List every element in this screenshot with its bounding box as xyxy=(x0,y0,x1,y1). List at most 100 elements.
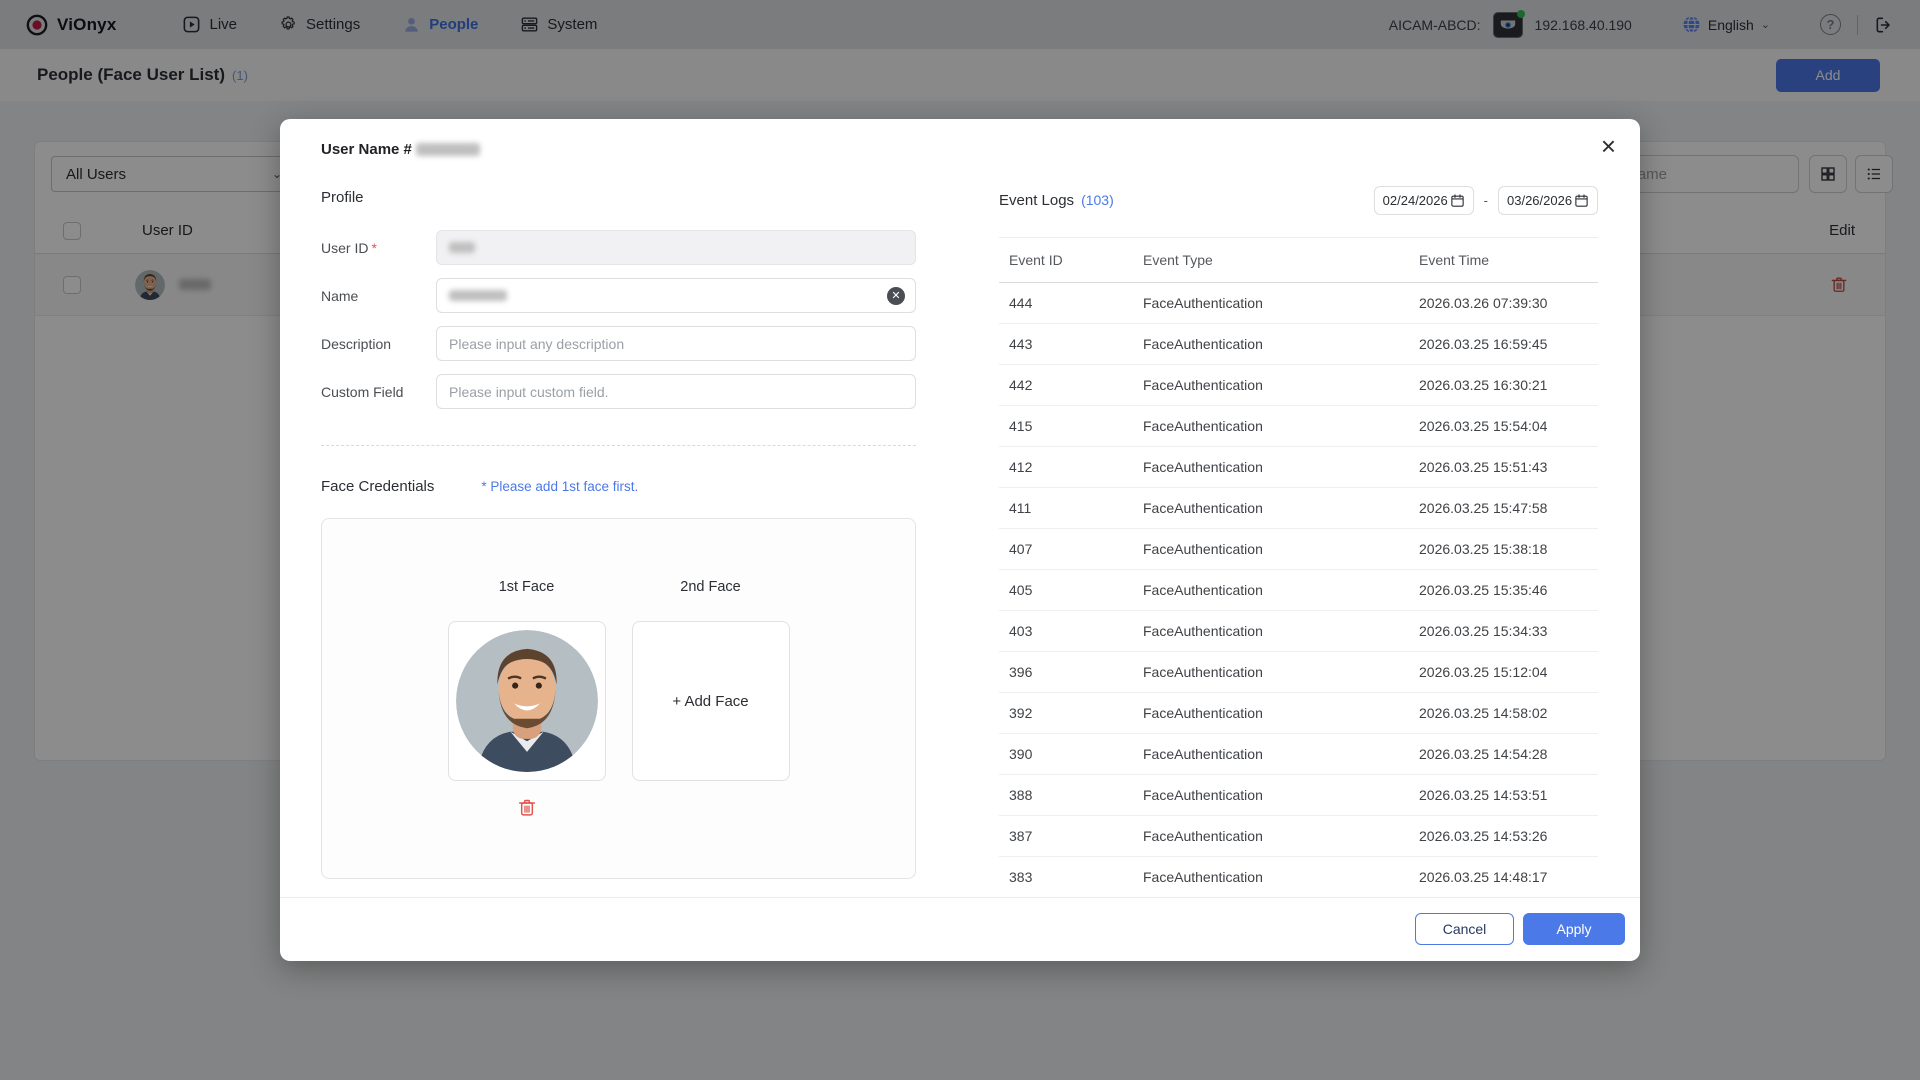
event-type-cell: FaceAuthentication xyxy=(1143,500,1419,516)
description-input[interactable] xyxy=(436,326,916,361)
event-table-row: 411 FaceAuthentication 2026.03.25 15:47:… xyxy=(999,488,1598,529)
event-logs-heading: Event Logs xyxy=(999,192,1074,209)
date-from-value: 02/24/2026 xyxy=(1383,193,1448,208)
event-logs-column: Event Logs (103) 02/24/2026 - 03/26/2026… xyxy=(999,179,1598,898)
event-time-cell: 2026.03.25 16:30:21 xyxy=(1419,377,1598,393)
date-to-input[interactable]: 03/26/2026 xyxy=(1498,186,1598,215)
event-logs-header: Event Logs (103) 02/24/2026 - 03/26/2026 xyxy=(999,185,1598,215)
first-face-photo xyxy=(456,630,598,772)
event-table-row: 383 FaceAuthentication 2026.03.25 14:48:… xyxy=(999,857,1598,898)
column-event-id: Event ID xyxy=(1009,252,1143,268)
custom-field-row: Custom Field xyxy=(321,374,916,409)
calendar-icon xyxy=(1450,193,1465,208)
name-label: Name xyxy=(321,288,436,304)
event-time-cell: 2026.03.25 15:34:33 xyxy=(1419,623,1598,639)
event-type-cell: FaceAuthentication xyxy=(1143,541,1419,557)
event-table-row: 442 FaceAuthentication 2026.03.25 16:30:… xyxy=(999,365,1598,406)
add-face-label: + Add Face xyxy=(672,693,748,710)
event-time-cell: 2026.03.25 14:58:02 xyxy=(1419,705,1598,721)
event-id-cell: 383 xyxy=(1009,869,1143,885)
second-face-label: 2nd Face xyxy=(680,579,740,595)
user-id-label: User ID* xyxy=(321,240,436,256)
event-id-cell: 411 xyxy=(1009,500,1143,516)
delete-face-icon[interactable] xyxy=(516,797,538,819)
event-logs-table: Event ID Event Type Event Time 444 FaceA… xyxy=(999,237,1598,898)
custom-field-input[interactable] xyxy=(436,374,916,409)
redacted-user-id-value xyxy=(449,242,475,253)
event-table-body: 444 FaceAuthentication 2026.03.26 07:39:… xyxy=(999,283,1598,898)
second-face-slot: 2nd Face + Add Face xyxy=(632,579,790,878)
event-type-cell: FaceAuthentication xyxy=(1143,336,1419,352)
name-input[interactable]: ✕ xyxy=(436,278,916,313)
event-table-row: 412 FaceAuthentication 2026.03.25 15:51:… xyxy=(999,447,1598,488)
event-time-cell: 2026.03.25 15:38:18 xyxy=(1419,541,1598,557)
event-time-cell: 2026.03.25 16:59:45 xyxy=(1419,336,1598,352)
name-field-row: Name ✕ xyxy=(321,278,916,313)
event-type-cell: FaceAuthentication xyxy=(1143,582,1419,598)
event-type-cell: FaceAuthentication xyxy=(1143,459,1419,475)
description-label: Description xyxy=(321,336,436,352)
event-time-cell: 2026.03.25 15:51:43 xyxy=(1419,459,1598,475)
event-time-cell: 2026.03.25 14:53:26 xyxy=(1419,828,1598,844)
custom-field-label: Custom Field xyxy=(321,384,436,400)
apply-button[interactable]: Apply xyxy=(1523,913,1625,945)
event-id-cell: 405 xyxy=(1009,582,1143,598)
event-time-cell: 2026.03.25 14:54:28 xyxy=(1419,746,1598,762)
cancel-button[interactable]: Cancel xyxy=(1415,913,1514,945)
event-table-row: 443 FaceAuthentication 2026.03.25 16:59:… xyxy=(999,324,1598,365)
dashed-divider xyxy=(321,445,916,446)
face-credentials-heading-row: Face Credentials * Please add 1st face f… xyxy=(321,476,916,496)
event-table-row: 390 FaceAuthentication 2026.03.25 14:54:… xyxy=(999,734,1598,775)
event-type-cell: FaceAuthentication xyxy=(1143,623,1419,639)
event-type-cell: FaceAuthentication xyxy=(1143,746,1419,762)
event-id-cell: 387 xyxy=(1009,828,1143,844)
first-face-label: 1st Face xyxy=(499,579,555,595)
date-separator: - xyxy=(1484,193,1488,208)
event-table-row: 415 FaceAuthentication 2026.03.25 15:54:… xyxy=(999,406,1598,447)
close-icon[interactable]: × xyxy=(1601,133,1616,159)
event-time-cell: 2026.03.25 14:53:51 xyxy=(1419,787,1598,803)
modal-title: User Name # xyxy=(321,141,480,158)
date-range: 02/24/2026 - 03/26/2026 xyxy=(1374,186,1598,215)
event-type-cell: FaceAuthentication xyxy=(1143,828,1419,844)
event-table-row: 388 FaceAuthentication 2026.03.25 14:53:… xyxy=(999,775,1598,816)
event-time-cell: 2026.03.26 07:39:30 xyxy=(1419,295,1598,311)
event-id-cell: 415 xyxy=(1009,418,1143,434)
event-id-cell: 403 xyxy=(1009,623,1143,639)
event-logs-count: (103) xyxy=(1081,192,1114,208)
face-credentials-panel: 1st Face 2nd Face + Add Face xyxy=(321,518,916,879)
profile-column: Profile User ID* Name ✕ Description Cust… xyxy=(321,189,916,879)
event-table-header: Event ID Event Type Event Time xyxy=(999,237,1598,283)
event-type-cell: FaceAuthentication xyxy=(1143,377,1419,393)
user-id-input xyxy=(436,230,916,265)
add-face-button[interactable]: + Add Face xyxy=(632,621,790,781)
date-from-input[interactable]: 02/24/2026 xyxy=(1374,186,1474,215)
event-time-cell: 2026.03.25 15:54:04 xyxy=(1419,418,1598,434)
face-hint-text: * Please add 1st face first. xyxy=(481,479,638,494)
modal-title-prefix: User Name # xyxy=(321,141,412,158)
event-table-row: 396 FaceAuthentication 2026.03.25 15:12:… xyxy=(999,652,1598,693)
event-table-row: 405 FaceAuthentication 2026.03.25 15:35:… xyxy=(999,570,1598,611)
description-field-row: Description xyxy=(321,326,916,361)
event-id-cell: 396 xyxy=(1009,664,1143,680)
redacted-name-value xyxy=(449,290,507,301)
first-face-photo-box[interactable] xyxy=(448,621,606,781)
event-type-cell: FaceAuthentication xyxy=(1143,787,1419,803)
event-table-row: 444 FaceAuthentication 2026.03.26 07:39:… xyxy=(999,283,1598,324)
date-to-value: 03/26/2026 xyxy=(1507,193,1572,208)
required-asterisk: * xyxy=(371,240,376,256)
event-time-cell: 2026.03.25 14:48:17 xyxy=(1419,869,1598,885)
clear-name-icon[interactable]: ✕ xyxy=(887,287,905,305)
face-credentials-heading: Face Credentials xyxy=(321,478,434,495)
event-time-cell: 2026.03.25 15:35:46 xyxy=(1419,582,1598,598)
profile-heading: Profile xyxy=(321,189,916,206)
event-id-cell: 390 xyxy=(1009,746,1143,762)
event-id-cell: 388 xyxy=(1009,787,1143,803)
column-event-type: Event Type xyxy=(1143,252,1419,268)
event-type-cell: FaceAuthentication xyxy=(1143,664,1419,680)
event-id-cell: 412 xyxy=(1009,459,1143,475)
event-table-row: 392 FaceAuthentication 2026.03.25 14:58:… xyxy=(999,693,1598,734)
event-id-cell: 407 xyxy=(1009,541,1143,557)
redacted-user-name xyxy=(416,143,480,156)
event-id-cell: 444 xyxy=(1009,295,1143,311)
